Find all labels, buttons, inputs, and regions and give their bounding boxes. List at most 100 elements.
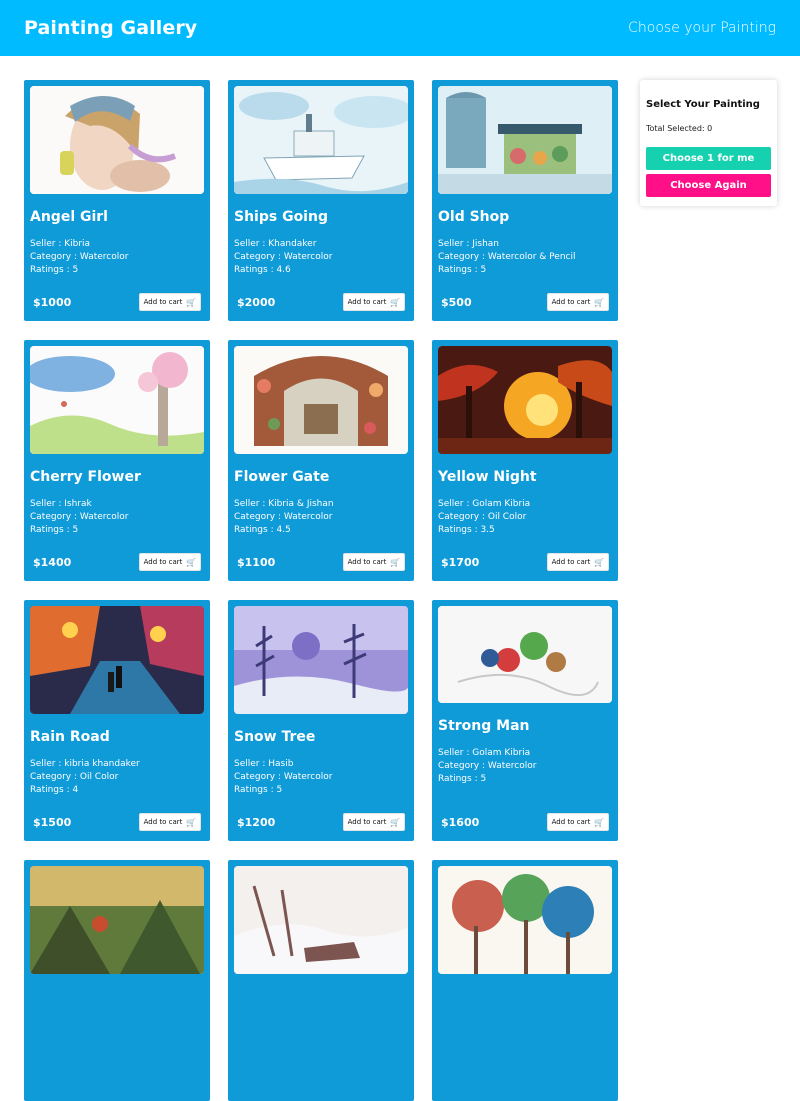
painting-title: Yellow Night [438,469,537,485]
painting-card [228,860,414,1101]
painting-title: Rain Road [30,729,110,745]
painting-card: Strong Man Seller : Golam Kibria Categor… [432,600,618,841]
add-to-cart-button[interactable]: Add to cart 🛒 [343,553,405,571]
painting-title: Old Shop [438,209,510,225]
painting-image [234,86,408,194]
price-label: $1000 [33,296,72,309]
cart-icon: 🛒 [186,297,197,307]
ratings-text: Ratings : 5 [438,774,487,784]
painting-image [438,346,612,454]
seller-text: Seller : Kibria [30,239,91,249]
category-text: Category : Watercolor [438,761,537,771]
seller-text: Seller : Jishan [438,239,500,249]
category-text: Category : Watercolor [234,512,333,522]
add-to-cart-button[interactable]: Add to cart 🛒 [139,553,201,571]
top-header: Painting Gallery Choose your Painting [0,0,800,56]
add-to-cart-label: Add to cart [551,818,591,826]
painting-details: Seller : Golam Kibria Category : Waterco… [438,747,536,786]
add-to-cart-button[interactable]: Add to cart 🛒 [139,293,201,311]
cart-icon: 🛒 [186,557,197,567]
price-label: $500 [441,296,472,309]
seller-text: Seller : kibria khandaker [30,759,140,769]
painting-image [30,606,204,714]
painting-card: Angel Girl Seller : Kibria Category : Wa… [24,80,210,321]
price-label: $2000 [237,296,276,309]
choose-for-me-button[interactable]: Choose 1 for me [646,147,771,170]
painting-card: Snow Tree Seller : Hasib Category : Wate… [228,600,414,841]
painting-title: Flower Gate [234,469,330,485]
cart-icon: 🛒 [594,557,605,567]
price-label: $1100 [237,556,276,569]
cart-icon: 🛒 [186,817,197,827]
ratings-text: Ratings : 4.6 [234,265,291,275]
category-text: Category : Watercolor [30,512,129,522]
ratings-text: Ratings : 5 [30,525,79,535]
category-text: Category : Watercolor [30,252,129,262]
painting-image [438,606,612,703]
ratings-text: Ratings : 5 [438,265,487,275]
selection-panel: Select Your Painting Total Selected: 0 C… [640,80,777,206]
add-to-cart-label: Add to cart [143,818,183,826]
painting-card: Flower Gate Seller : Kibria & Jishan Cat… [228,340,414,581]
painting-card [24,860,210,1101]
add-to-cart-label: Add to cart [143,558,183,566]
add-to-cart-button[interactable]: Add to cart 🛒 [343,293,405,311]
painting-details: Seller : kibria khandaker Category : Oil… [30,758,140,797]
painting-details: Seller : Hasib Category : Watercolor Rat… [234,758,332,797]
painting-image [234,606,408,714]
price-label: $1200 [237,816,276,829]
add-to-cart-button[interactable]: Add to cart 🛒 [547,553,609,571]
total-selected: Total Selected: 0 [646,124,713,133]
cart-icon: 🛒 [390,557,401,567]
cart-icon: 🛒 [594,817,605,827]
painting-details: Seller : Kibria Category : Watercolor Ra… [30,238,128,277]
painting-title: Snow Tree [234,729,316,745]
painting-grid: Angel Girl Seller : Kibria Category : Wa… [24,80,618,1101]
painting-title: Angel Girl [30,209,108,225]
category-text: Category : Oil Color [30,772,119,782]
painting-card: Yellow Night Seller : Golam Kibria Categ… [432,340,618,581]
painting-details: Seller : Golam Kibria Category : Oil Col… [438,498,530,537]
price-label: $1700 [441,556,480,569]
selection-panel-title: Select Your Painting [646,99,760,110]
ratings-text: Ratings : 4.5 [234,525,291,535]
painting-details: Seller : Jishan Category : Watercolor & … [438,238,575,277]
add-to-cart-label: Add to cart [551,298,591,306]
painting-image [438,866,612,974]
painting-image [30,86,204,194]
painting-title: Cherry Flower [30,469,141,485]
seller-text: Seller : Hasib [234,759,294,769]
painting-image [234,346,408,454]
add-to-cart-label: Add to cart [143,298,183,306]
ratings-text: Ratings : 5 [234,785,283,795]
category-text: Category : Watercolor [234,772,333,782]
add-to-cart-button[interactable]: Add to cart 🛒 [547,813,609,831]
category-text: Category : Watercolor [234,252,333,262]
header-tagline: Choose your Painting [628,20,776,36]
painting-image [438,86,612,194]
add-to-cart-button[interactable]: Add to cart 🛒 [547,293,609,311]
painting-details: Seller : Kibria & Jishan Category : Wate… [234,498,334,537]
painting-image [234,866,408,974]
price-label: $1500 [33,816,72,829]
cart-icon: 🛒 [390,297,401,307]
ratings-text: Ratings : 3.5 [438,525,495,535]
price-label: $1600 [441,816,480,829]
painting-details: Seller : Ishrak Category : Watercolor Ra… [30,498,128,537]
seller-text: Seller : Golam Kibria [438,499,531,509]
price-label: $1400 [33,556,72,569]
painting-image [30,346,204,454]
seller-text: Seller : Ishrak [30,499,92,509]
seller-text: Seller : Khandaker [234,239,317,249]
choose-again-button[interactable]: Choose Again [646,174,771,197]
add-to-cart-label: Add to cart [347,818,387,826]
brand-title[interactable]: Painting Gallery [24,17,197,39]
add-to-cart-button[interactable]: Add to cart 🛒 [139,813,201,831]
add-to-cart-label: Add to cart [347,558,387,566]
category-text: Category : Oil Color [438,512,527,522]
cart-icon: 🛒 [390,817,401,827]
painting-title: Strong Man [438,718,530,734]
seller-text: Seller : Kibria & Jishan [234,499,334,509]
painting-card: Old Shop Seller : Jishan Category : Wate… [432,80,618,321]
add-to-cart-button[interactable]: Add to cart 🛒 [343,813,405,831]
